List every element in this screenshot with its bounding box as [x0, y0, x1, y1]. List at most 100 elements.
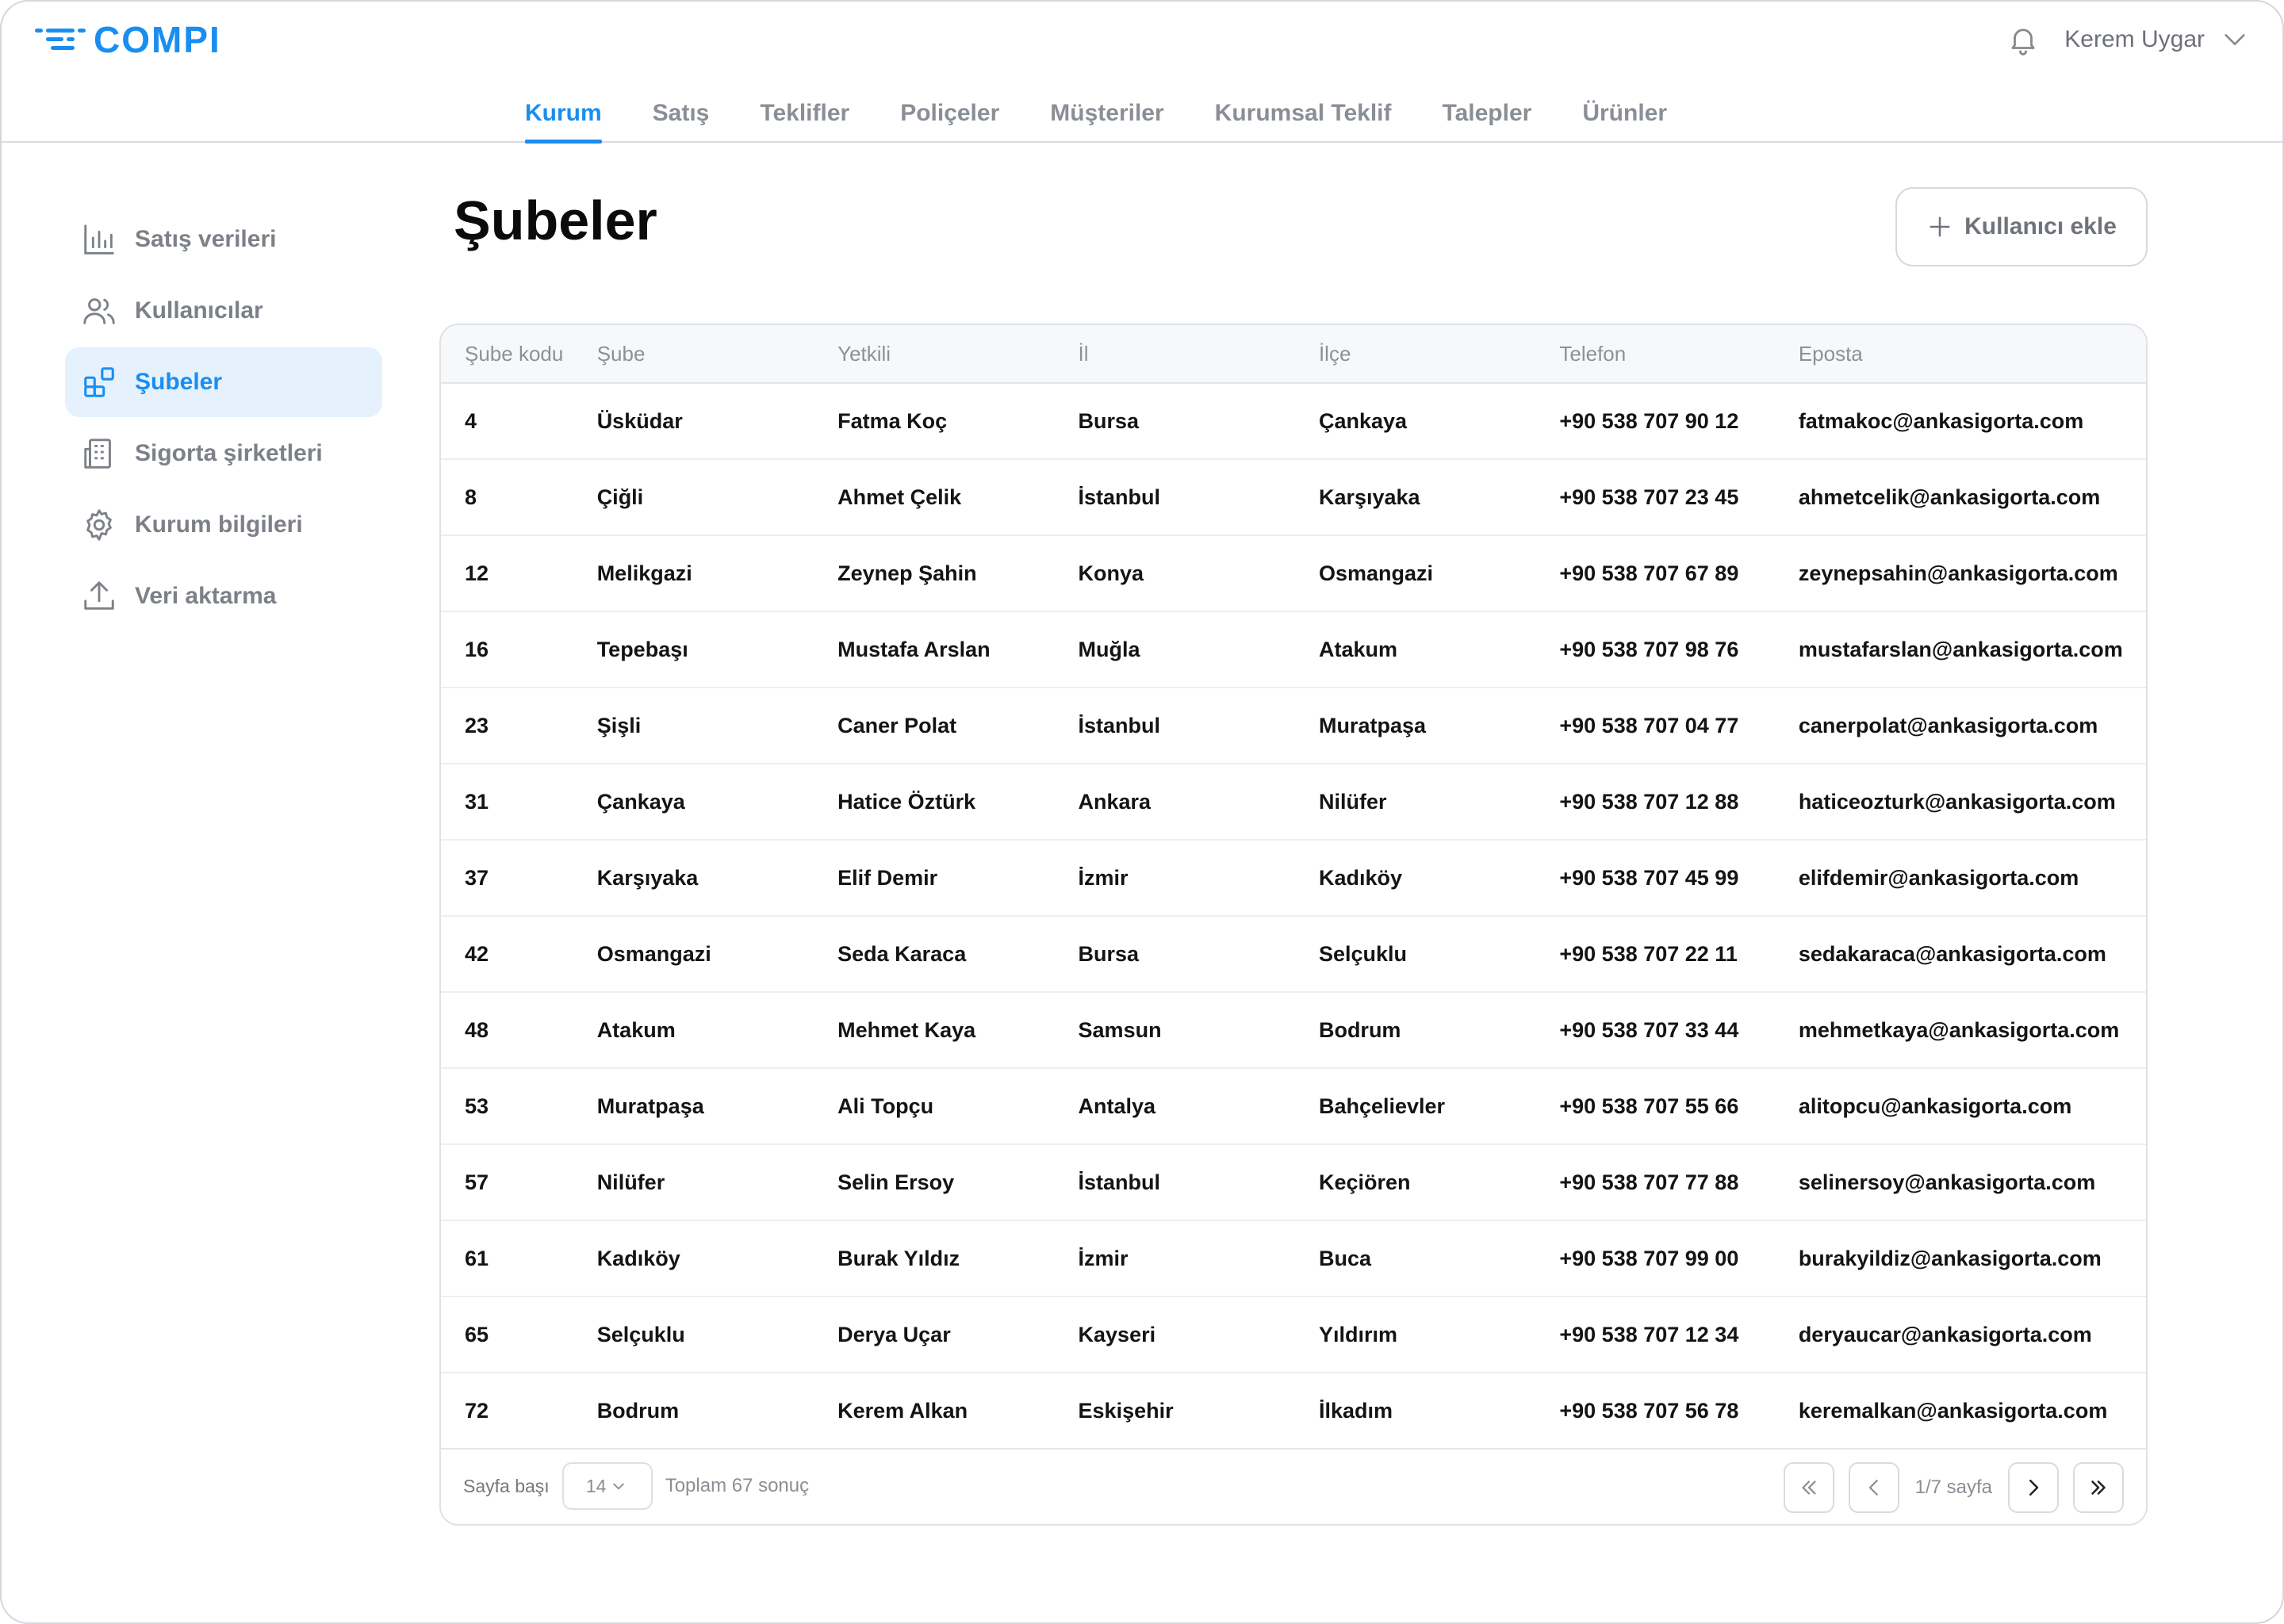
add-user-button-label: Kullanıcı ekle — [1964, 213, 2117, 239]
table-cell: Eskişehir — [1078, 1398, 1174, 1423]
table-row[interactable]: 72 Bodrum Kerem Alkan Eskişehir İlkadım +90 5… — [441, 1373, 2146, 1450]
next-page-button[interactable] — [2008, 1462, 2059, 1513]
table-row[interactable]: 61 Kadıköy Burak Yıldız İzmir Buca +90 538 70… — [441, 1221, 2146, 1297]
table-cell: +90 538 707 55 66 — [1559, 1094, 1739, 1118]
chevron-left-icon — [1868, 1480, 1878, 1496]
table-cell: selinersoy@ankasigorta.com — [1798, 1170, 2096, 1194]
table-cell: Selçuklu — [1318, 941, 1407, 966]
table-cell: 12 — [465, 561, 489, 585]
table-row[interactable]: 42 Osmangazi Seda Karaca Bursa Selçuklu +90 5… — [441, 917, 2146, 993]
table-cell: Üsküdar — [596, 408, 683, 433]
bar-chart-icon — [79, 220, 119, 259]
user-name[interactable]: Kerem Uygar — [2064, 26, 2205, 53]
table-cell: Yıldırım — [1318, 1322, 1397, 1346]
table-cell: 4 — [465, 408, 477, 433]
table-row[interactable]: 48 Atakum Mehmet Kaya Samsun Bodrum +90 538 7… — [441, 993, 2146, 1069]
brand-logo[interactable]: COMPI — [33, 19, 221, 60]
table-body: 4 Üsküdar Fatma Koç Bursa Çankaya +90 538 707… — [441, 384, 2146, 1450]
table-cell: keremalkan@ankasigorta.com — [1798, 1398, 2108, 1423]
table-cell: Çiğli — [596, 485, 644, 509]
chevron-down-icon[interactable] — [2219, 24, 2251, 56]
table-cell: Bodrum — [596, 1398, 680, 1423]
table-cell: Buca — [1318, 1246, 1371, 1270]
table-cell: Osmangazi — [1318, 561, 1433, 585]
table-row[interactable]: 8 Çiğli Ahmet Çelik İstanbul Karşıyaka +90 53… — [441, 460, 2146, 536]
branches-icon — [79, 362, 119, 402]
last-page-button[interactable] — [2073, 1462, 2124, 1513]
per-page-select[interactable]: 14 — [561, 1462, 653, 1510]
table-cell: Melikgazi — [596, 561, 692, 585]
table-cell: İstanbul — [1078, 485, 1161, 509]
tab-6[interactable]: Talepler — [1443, 95, 1532, 143]
table-row[interactable]: 37 Karşıyaka Elif Demir İzmir Kadıköy +90 538… — [441, 841, 2146, 917]
table-cell: Şişli — [596, 713, 642, 737]
first-page-button[interactable] — [1783, 1462, 1834, 1513]
table-cell: Karşıyaka — [596, 865, 699, 890]
column-header[interactable]: Yetkili — [837, 342, 1078, 366]
tab-0[interactable]: Kurum — [524, 95, 602, 144]
table-cell: alitopcu@ankasigorta.com — [1798, 1094, 2072, 1118]
branches-table: Şube kodu Şube Yetkili İl İlçe Telefon Eposta … — [439, 324, 2148, 1526]
column-header[interactable]: İlçe — [1319, 342, 1559, 366]
sidebar-item-2[interactable]: Şubeler — [65, 347, 382, 417]
column-header[interactable]: Eposta — [1799, 342, 2146, 366]
table-row[interactable]: 57 Nilüfer Selin Ersoy İstanbul Keçiören +90 … — [441, 1145, 2146, 1221]
column-header[interactable]: Şube — [597, 342, 837, 366]
table-cell: Bursa — [1078, 941, 1140, 966]
sidebar-item-4[interactable]: Kurum bilgileri — [65, 490, 382, 560]
sidebar-item-3[interactable]: Sigorta şirketleri — [65, 419, 382, 488]
table-cell: haticeozturk@ankasigorta.com — [1798, 789, 2116, 814]
table-cell: Nilüfer — [596, 1170, 665, 1194]
table-row[interactable]: 12 Melikgazi Zeynep Şahin Konya Osmangazi +90… — [441, 536, 2146, 612]
table-cell: +90 538 707 56 78 — [1559, 1398, 1739, 1423]
table-cell: +90 538 707 99 00 — [1559, 1246, 1739, 1270]
sidebar-item-1[interactable]: Kullanıcılar — [65, 276, 382, 346]
column-header[interactable]: İl — [1079, 342, 1319, 366]
table-cell: +90 538 707 12 88 — [1559, 789, 1739, 814]
tab-7[interactable]: Ürünler — [1582, 95, 1667, 143]
prev-page-button[interactable] — [1848, 1462, 1899, 1513]
table-cell: Ahmet Çelik — [837, 485, 962, 509]
users-icon — [79, 291, 119, 331]
table-cell: Selin Ersoy — [837, 1170, 955, 1194]
tab-5[interactable]: Kurumsal Teklif — [1215, 95, 1392, 143]
table-cell: +90 538 707 22 11 — [1559, 941, 1738, 966]
table-row[interactable]: 53 Muratpaşa Ali Topçu Antalya Bahçelievler +… — [441, 1069, 2146, 1145]
app-window: COMPI Kerem Uygar Kurum Satış Teklifler Pol… — [0, 0, 2284, 1624]
table-row[interactable]: 65 Selçuklu Derya Uçar Kayseri Yıldırım +90 5… — [441, 1297, 2146, 1373]
tab-4[interactable]: Müşteriler — [1050, 95, 1163, 143]
table-cell: Atakum — [1318, 637, 1397, 661]
table-cell: İstanbul — [1078, 713, 1161, 737]
table-cell: 61 — [465, 1246, 489, 1270]
tab-2[interactable]: Teklifler — [760, 95, 849, 143]
top-bar: COMPI Kerem Uygar Kurum Satış Teklifler Pol… — [2, 2, 2282, 144]
table-row[interactable]: 31 Çankaya Hatice Öztürk Ankara Nilüfer +90 5… — [441, 764, 2146, 841]
table-cell: 53 — [465, 1094, 489, 1118]
bell-icon[interactable] — [2004, 21, 2042, 59]
sidebar-item-label: Sigorta şirketleri — [135, 440, 323, 466]
tab-3[interactable]: Poliçeler — [900, 95, 999, 143]
sidebar-item-0[interactable]: Satış verileri — [65, 205, 382, 274]
column-header[interactable]: Telefon — [1559, 342, 1798, 366]
sidebar-item-label: Kullanıcılar — [135, 297, 263, 324]
table-cell: 8 — [465, 485, 477, 509]
table-cell: +90 538 707 98 76 — [1559, 637, 1739, 661]
user-menu[interactable]: Kerem Uygar — [2004, 17, 2251, 62]
add-user-button[interactable]: Kullanıcı ekle — [1895, 187, 2148, 266]
table-row[interactable]: 16 Tepebaşı Mustafa Arslan Muğla Atakum +90 5… — [441, 612, 2146, 688]
table-cell: mustafarslan@ankasigorta.com — [1798, 637, 2123, 661]
sidebar-item-5[interactable]: Veri aktarma — [65, 561, 382, 631]
table-row[interactable]: 23 Şişli Caner Polat İstanbul Muratpaşa +90 5… — [441, 688, 2146, 764]
per-page-label: Sayfa başı — [463, 1475, 550, 1496]
table-cell: Bahçelievler — [1318, 1094, 1446, 1118]
column-header[interactable]: Şube kodu — [441, 342, 597, 366]
table-cell: Çankaya — [1318, 408, 1408, 433]
sidebar-item-label: Şubeler — [135, 369, 223, 395]
table-cell: Samsun — [1078, 1017, 1162, 1042]
tab-1[interactable]: Satış — [653, 95, 710, 143]
plus-icon — [1926, 213, 1953, 240]
table-row[interactable]: 4 Üsküdar Fatma Koç Bursa Çankaya +90 538 707… — [441, 384, 2146, 460]
table-cell: +90 538 707 67 89 — [1559, 561, 1739, 585]
table-cell: canerpolat@ankasigorta.com — [1798, 713, 2098, 737]
table-cell: Muğla — [1078, 637, 1140, 661]
